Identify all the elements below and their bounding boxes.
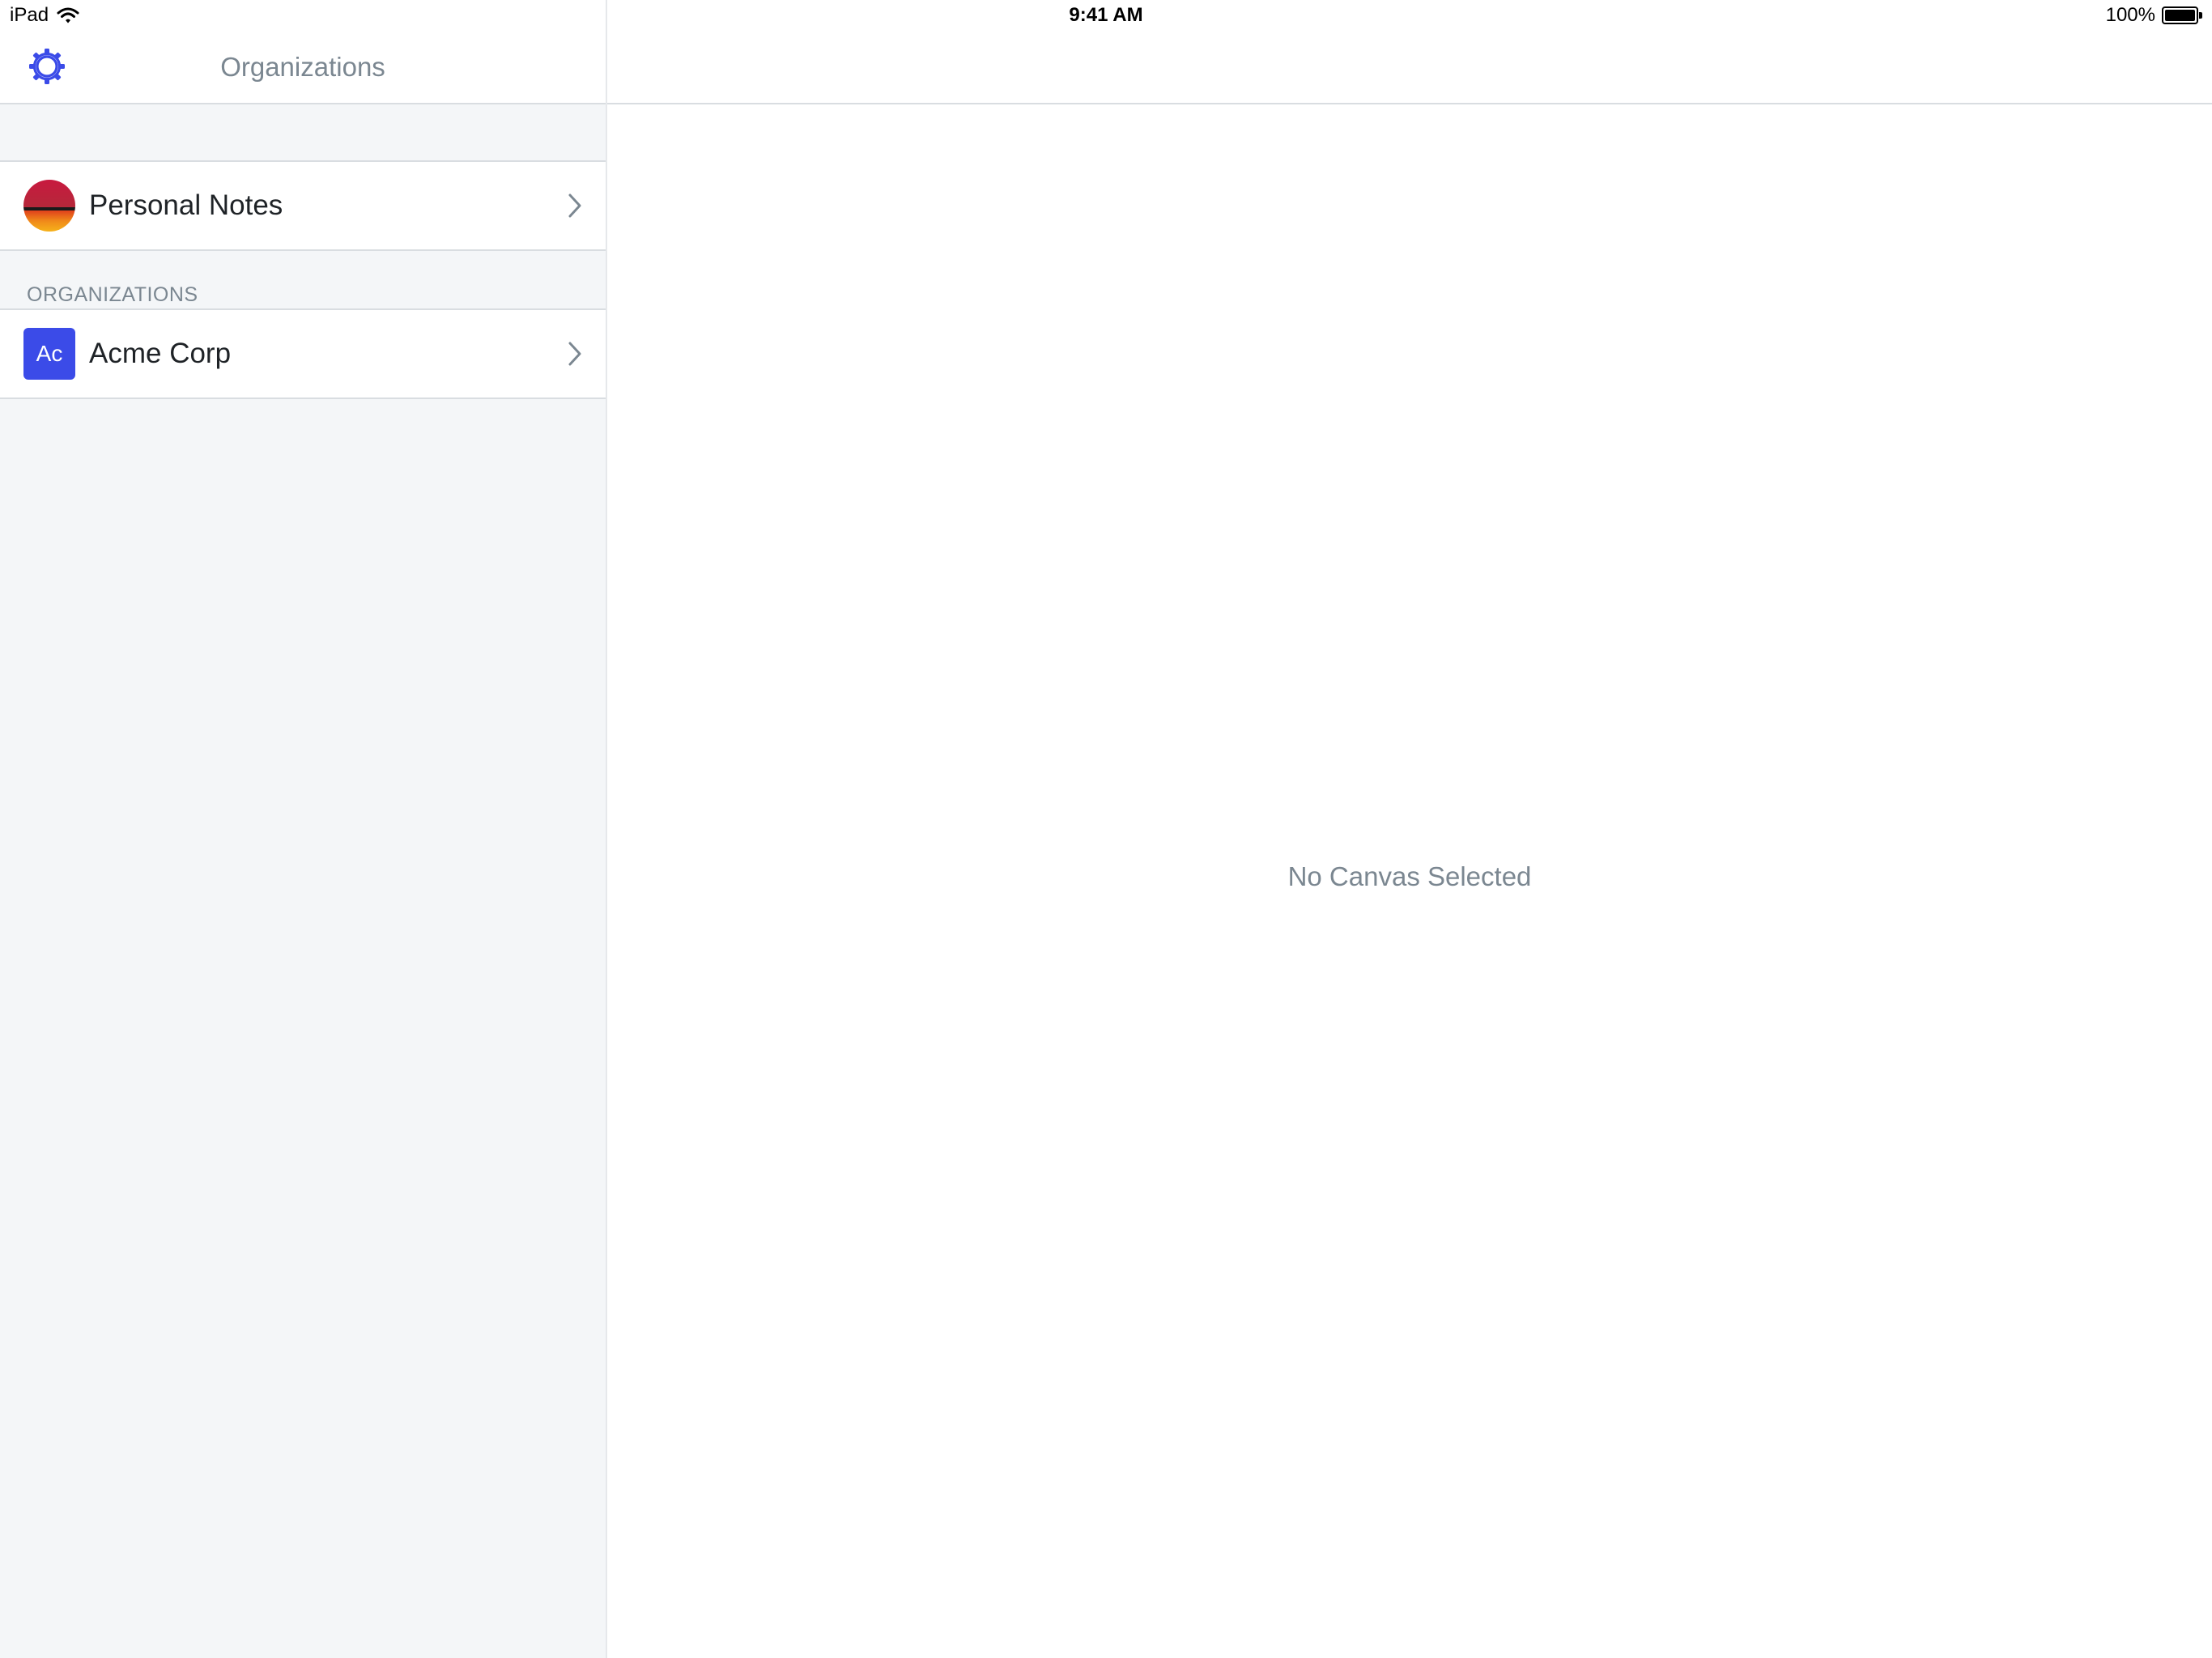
- chevron-right-icon: [568, 342, 581, 366]
- empty-state-message: No Canvas Selected: [1287, 861, 1532, 891]
- status-right: 100%: [2106, 4, 2202, 27]
- personal-notes-row[interactable]: Personal Notes: [0, 160, 606, 251]
- personal-notes-label: Personal Notes: [89, 189, 283, 221]
- personal-notes-avatar: [23, 180, 75, 232]
- chevron-right-icon: [568, 193, 581, 218]
- status-time: 9:41 AM: [1069, 4, 1143, 26]
- organization-row-acme-corp[interactable]: Ac Acme Corp: [0, 308, 606, 399]
- sunset-avatar-icon: [23, 180, 75, 232]
- battery-icon: [2162, 6, 2202, 24]
- battery-percent: 100%: [2105, 4, 2155, 26]
- organizations-sidebar: Organizations Personal Notes ORGANIZATIO…: [0, 0, 607, 1658]
- app-window: Organizations Personal Notes ORGANIZATIO…: [0, 0, 2212, 1658]
- detail-pane: No Canvas Selected: [607, 0, 2212, 1658]
- organizations-section-header: ORGANIZATIONS: [27, 283, 198, 306]
- organization-label: Acme Corp: [89, 338, 232, 369]
- sidebar-title: Organizations: [220, 52, 385, 82]
- status-bar: iPad 9:41 AM 100%: [0, 0, 2212, 32]
- organization-avatar: Ac: [23, 328, 75, 380]
